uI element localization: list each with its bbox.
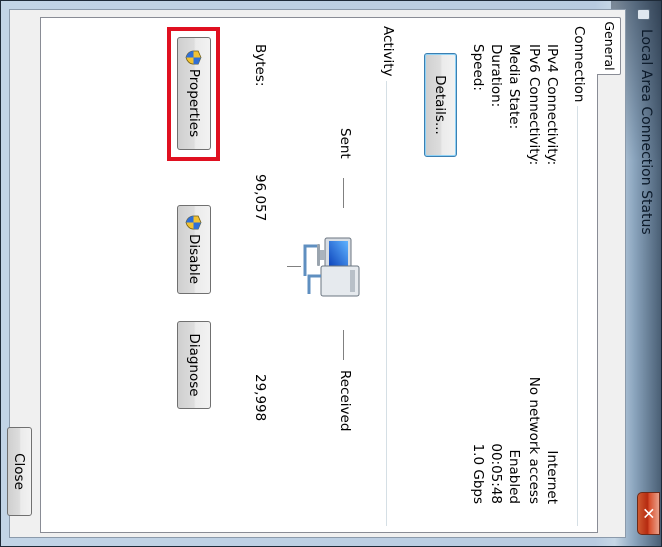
dialog-client-area: General Connection IPv4 Connectivity: In… xyxy=(7,9,626,538)
rotated-window-container: Local Area Connection Status ✕ General C… xyxy=(0,0,662,547)
properties-button[interactable]: Properties xyxy=(177,37,211,150)
general-tab-panel: Connection IPv4 Connectivity: Internet I… xyxy=(40,17,598,533)
media-state-label: Media State: xyxy=(506,44,522,130)
activity-group-label: Activity xyxy=(380,26,396,81)
sent-label: Sent xyxy=(337,128,353,159)
sent-bytes-value: 96,057 xyxy=(252,174,268,222)
properties-button-label: Properties xyxy=(186,68,202,138)
network-window-icon xyxy=(637,9,650,20)
speed-value: 1.0 Gbps xyxy=(470,443,486,504)
received-label: Received xyxy=(337,370,353,432)
sent-connector-line xyxy=(343,178,344,208)
window-title: Local Area Connection Status xyxy=(638,29,654,235)
window-frame: Local Area Connection Status ✕ General C… xyxy=(0,0,662,547)
diagnose-button[interactable]: Diagnose xyxy=(177,321,211,409)
ipv4-value: Internet xyxy=(544,450,560,504)
uac-shield-icon xyxy=(186,215,202,230)
activity-group-line xyxy=(386,26,387,526)
received-bytes-value: 29,998 xyxy=(252,374,268,422)
ipv6-value: No network access xyxy=(526,376,542,504)
uac-shield-icon xyxy=(186,50,202,65)
received-connector-line xyxy=(343,330,344,360)
disable-button-label: Disable xyxy=(186,233,202,285)
close-window-button[interactable]: ✕ xyxy=(637,492,660,535)
ipv4-label: IPv4 Connectivity: xyxy=(544,44,560,166)
disable-button[interactable]: Disable xyxy=(177,205,211,294)
tab-general[interactable]: General xyxy=(597,17,621,75)
icon-connector-vertical xyxy=(287,266,301,267)
network-activity-icon xyxy=(303,237,360,297)
duration-value: 00:05:48 xyxy=(488,443,504,504)
speed-label: Speed: xyxy=(470,44,486,91)
close-button[interactable]: Close xyxy=(7,427,32,516)
details-button[interactable]: Details... xyxy=(424,53,457,157)
connection-group-label: Connection xyxy=(571,26,587,107)
bytes-label: Bytes: xyxy=(252,44,268,87)
media-state-value: Enabled xyxy=(506,449,522,504)
duration-label: Duration: xyxy=(488,44,504,108)
ipv6-label: IPv6 Connectivity: xyxy=(526,44,542,166)
